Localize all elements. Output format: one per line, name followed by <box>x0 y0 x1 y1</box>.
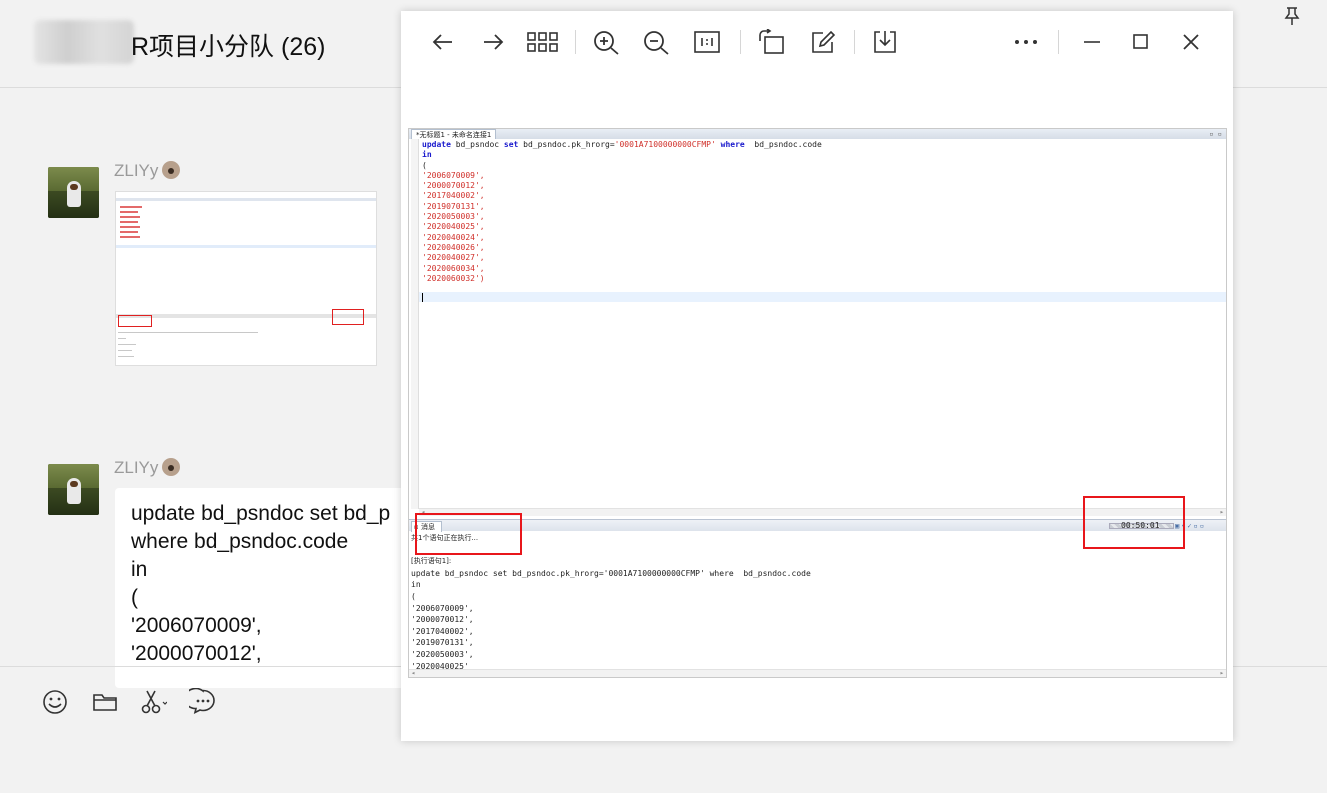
red-highlight-box-status <box>415 513 522 555</box>
displayed-screenshot: *无标题1 - 未命名连接1 ▫ ▫ update bd_psndoc set … <box>408 128 1227 678</box>
message-line: ( <box>131 586 138 609</box>
output-line: '2017040002', <box>411 626 474 636</box>
folder-icon[interactable] <box>91 688 119 716</box>
edit-icon[interactable] <box>810 29 836 55</box>
current-line-highlight <box>419 292 1226 302</box>
output-line: update bd_psndoc set bd_psndoc.pk_hrorg=… <box>411 568 811 578</box>
chat-title: R项目小分队 (26) <box>131 33 326 61</box>
toolbar-separator <box>740 30 741 54</box>
output-line: in <box>411 580 421 590</box>
code-line: '2017040002', <box>422 191 485 201</box>
text-caret <box>422 293 423 302</box>
message-line: update bd_psndoc set bd_p <box>131 502 391 525</box>
chat-history-icon[interactable] <box>189 688 217 716</box>
output-line: ( <box>411 591 416 601</box>
download-icon[interactable] <box>872 29 898 55</box>
editor-tabbar: *无标题1 - 未命名连接1 ▫ ▫ <box>409 129 1226 139</box>
code-line: '2000070012', <box>422 181 485 191</box>
code-line: '2020050003', <box>422 212 485 222</box>
red-highlight-box-timer <box>1083 496 1185 549</box>
back-icon[interactable] <box>430 29 456 55</box>
editor-tab-controls[interactable]: ▫ ▫ <box>1209 130 1222 138</box>
koala-emoji-icon <box>162 161 181 179</box>
output-line: '2019070131', <box>411 638 474 648</box>
image-viewer-window: *无标题1 - 未命名连接1 ▫ ▫ update bd_psndoc set … <box>401 11 1233 741</box>
code-line: '2020060034', <box>422 263 485 273</box>
editor-tab[interactable]: *无标题1 - 未命名连接1 <box>411 129 497 139</box>
text-message-bubble[interactable]: update bd_psndoc set bd_p where bd_psndo… <box>115 488 415 688</box>
editor-gutter <box>411 139 419 509</box>
close-icon[interactable] <box>1178 29 1204 55</box>
code-line: '2020040027', <box>422 253 485 263</box>
code-line: update bd_psndoc set bd_psndoc.pk_hrorg=… <box>422 140 822 149</box>
grid-icon[interactable] <box>527 29 559 55</box>
code-line: '2006070009', <box>422 170 485 180</box>
pin-icon[interactable] <box>1283 6 1301 26</box>
blurred-group-name <box>34 20 134 64</box>
sender-name: ZLIYy <box>114 161 181 181</box>
output-line: '2020050003', <box>411 649 474 659</box>
forward-icon[interactable] <box>480 29 506 55</box>
sql-editor[interactable]: update bd_psndoc set bd_psndoc.pk_hrorg=… <box>422 140 822 284</box>
image-message-thumbnail[interactable] <box>115 191 377 366</box>
message-line: in <box>131 558 148 581</box>
toolbar-separator <box>575 30 576 54</box>
code-line: '2020040024', <box>422 232 485 242</box>
zoom-out-icon[interactable] <box>642 29 672 55</box>
toolbar-separator <box>1058 30 1059 54</box>
message-line: '2006070009', <box>131 614 262 637</box>
code-line: '2020040026', <box>422 242 485 252</box>
message-line: where bd_psndoc.code <box>131 530 349 553</box>
zoom-in-icon[interactable] <box>592 29 622 55</box>
sender-name: ZLIYy <box>114 458 181 478</box>
message-line: '2000070012', <box>131 642 262 665</box>
output-horizontal-scrollbar[interactable]: ◂ ▸ <box>409 669 1226 677</box>
avatar[interactable] <box>48 167 99 218</box>
avatar[interactable] <box>48 464 99 515</box>
exec-label: [执行语句1]: <box>411 557 452 566</box>
actual-size-icon[interactable] <box>694 29 720 55</box>
code-line: '2020040025', <box>422 222 485 232</box>
code-line: in <box>422 150 432 160</box>
minimize-icon[interactable] <box>1079 29 1105 55</box>
code-line: '2019070131', <box>422 201 485 211</box>
rotate-icon[interactable] <box>757 29 785 55</box>
maximize-icon[interactable] <box>1128 29 1154 55</box>
code-line: '2020060032') <box>422 273 485 283</box>
more-icon[interactable] <box>1013 29 1039 55</box>
output-line: '2006070009', <box>411 603 474 613</box>
koala-emoji-icon <box>162 458 181 476</box>
code-line: ( <box>422 160 427 170</box>
screenshot-scissors-icon[interactable] <box>139 688 167 716</box>
output-line: '2000070012', <box>411 615 474 625</box>
toolbar-separator <box>854 30 855 54</box>
emoji-icon[interactable] <box>41 688 69 716</box>
